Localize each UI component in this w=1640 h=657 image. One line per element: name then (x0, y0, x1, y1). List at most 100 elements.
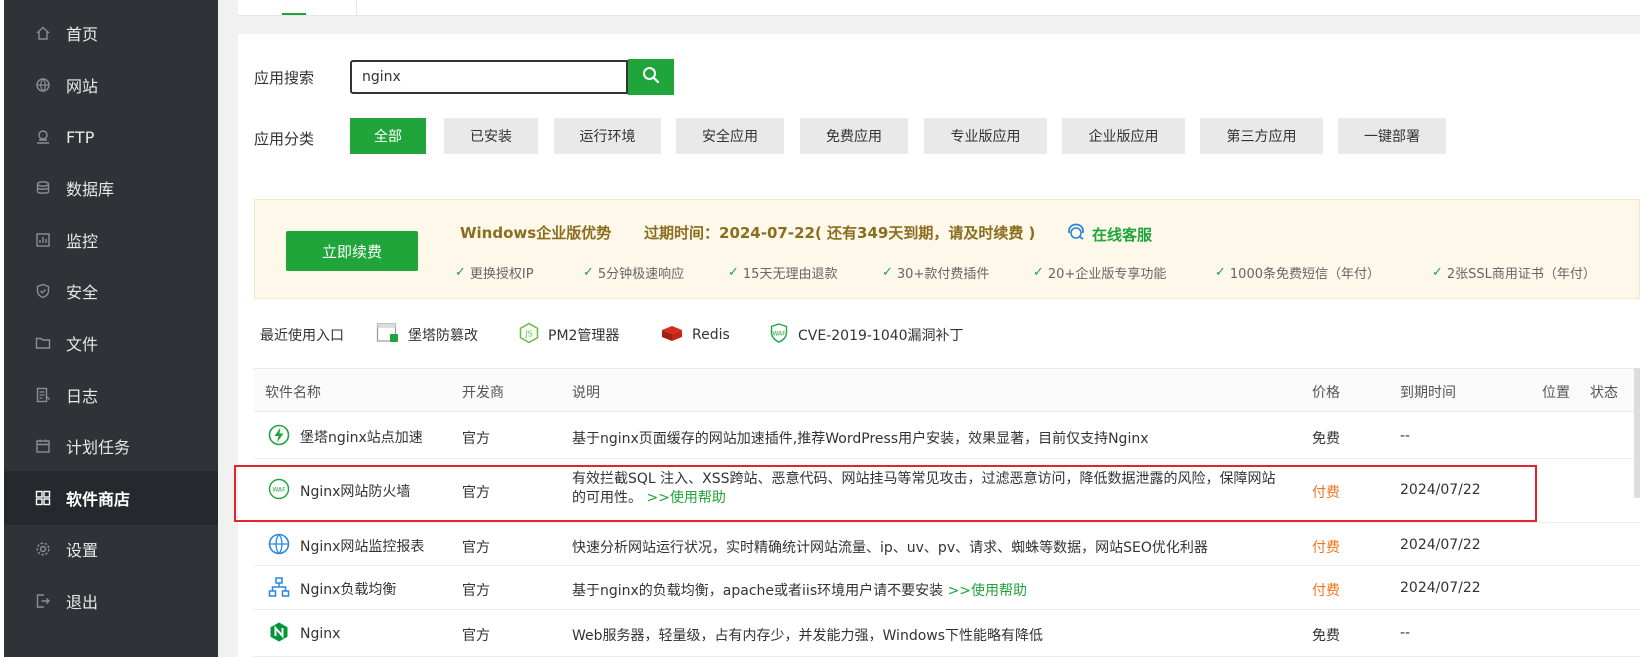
sidebar-item-monitor[interactable]: 监控 (4, 213, 218, 267)
row-description: 基于nginx的负载均衡，apache或者iis环境用户请不要安装 >>使用帮助 (572, 580, 1027, 600)
row-description-text: 基于nginx的负载均衡，apache或者iis环境用户请不要安装 (572, 583, 944, 599)
sidebar-item-logs[interactable]: 日志 (4, 368, 218, 422)
category-security-button[interactable]: 安全应用 (676, 118, 784, 154)
row-description: 快速分析网站运行状况，实时精确统计网站流量、ip、uv、pv、请求、蜘蛛等数据，… (572, 540, 1208, 556)
search-input[interactable] (350, 60, 628, 94)
row-expire: 2024/07/22 (1400, 580, 1481, 596)
row-price: 免费 (1312, 628, 1340, 644)
sidebar-item-database[interactable]: 数据库 (4, 161, 218, 215)
header-developer[interactable]: 开发商 (462, 382, 504, 402)
category-all-button[interactable]: 全部 (350, 118, 426, 154)
sidebar-item-label: 软件商店 (66, 490, 131, 509)
row-developer: 官方 (462, 431, 490, 447)
sidebar-item-ftp[interactable]: FTP (4, 110, 218, 164)
row-name-label: 堡塔nginx站点加速 (300, 430, 423, 446)
network-icon (268, 576, 290, 602)
row-expire: 2024/07/22 (1400, 537, 1481, 553)
sidebar-item-label: 网站 (66, 77, 99, 96)
search-button[interactable] (628, 59, 674, 95)
category-free-button[interactable]: 免费应用 (800, 118, 908, 154)
help-link[interactable]: >>使用帮助 (948, 583, 1027, 599)
feature-label: 30+款付费插件 (896, 267, 990, 282)
online-service-link[interactable]: 在线客服 (1066, 222, 1152, 246)
waf-icon: WAF (768, 322, 790, 348)
header-price[interactable]: 价格 (1312, 382, 1340, 402)
sidebar-item-label: 首页 (66, 25, 99, 44)
row-name-label: Nginx网站防火墙 (300, 484, 411, 500)
sidebar-item-files[interactable]: 文件 (4, 316, 218, 370)
row-name-label: Nginx (300, 626, 341, 642)
recent-item-label: CVE-2019-1040漏洞补丁 (798, 328, 964, 344)
check-icon: ✓ (1432, 265, 1443, 280)
lightning-icon (268, 424, 290, 450)
header-expire[interactable]: 到期时间 (1400, 382, 1456, 402)
recent-item-tamper[interactable]: 堡塔防篡改 (376, 322, 478, 348)
row-description: 有效拦截SQL 注入、XSS跨站、恶意代码、网站挂马等常见攻击，过滤恶意访问，降… (572, 470, 1282, 508)
renew-button[interactable]: 立即续费 (286, 231, 418, 271)
sidebar-item-cron[interactable]: 计划任务 (4, 419, 218, 473)
feature-item: ✓ 30+款付费插件 (882, 263, 989, 282)
recent-item-label: PM2管理器 (548, 328, 620, 344)
row-price: 付费 (1312, 583, 1340, 599)
row-expire: -- (1400, 625, 1411, 641)
recent-item-label: 堡塔防篡改 (408, 328, 478, 344)
shield-icon (34, 282, 52, 300)
sidebar-item-logout[interactable]: 退出 (4, 574, 218, 628)
logout-icon (34, 592, 52, 610)
recent-item-pm2[interactable]: JS PM2管理器 (518, 322, 619, 348)
nginx-icon (268, 621, 290, 647)
waf-icon: WAF (268, 478, 290, 504)
recent-item-redis[interactable]: Redis (660, 322, 730, 348)
sidebar-item-label: 安全 (66, 283, 99, 302)
category-enterprise-button[interactable]: 企业版应用 (1062, 118, 1185, 154)
feature-item: ✓ 2张SSL商用证书（年付） (1432, 263, 1596, 282)
row-expire: 2024/07/22 (1400, 482, 1481, 498)
check-icon: ✓ (455, 265, 466, 280)
sidebar-item-website[interactable]: 网站 (4, 58, 218, 112)
gear-icon (34, 540, 52, 558)
folder-icon (34, 334, 52, 352)
active-tab-indicator (282, 13, 306, 15)
headset-icon (1066, 222, 1086, 246)
category-runtime-button[interactable]: 运行环境 (554, 118, 661, 154)
scrollbar[interactable] (1634, 368, 1640, 498)
check-icon: ✓ (882, 265, 893, 280)
sidebar-item-label: 计划任务 (66, 438, 131, 457)
calendar-icon (34, 437, 52, 455)
sidebar-item-label: 设置 (66, 541, 99, 560)
category-thirdparty-button[interactable]: 第三方应用 (1200, 118, 1323, 154)
row-name-cell: Nginx负载均衡 (268, 576, 396, 602)
category-pro-button[interactable]: 专业版应用 (924, 118, 1047, 154)
sidebar-item-home[interactable]: 首页 (4, 6, 218, 60)
row-price: 付费 (1312, 485, 1340, 501)
recent-item-cve[interactable]: WAF CVE-2019-1040漏洞补丁 (768, 322, 964, 348)
sidebar-item-settings[interactable]: 设置 (4, 522, 218, 576)
promo-expiry: 过期时间：2024-07-22( 还有349天到期，请及时续费 ) (644, 224, 1036, 242)
recent-item-label: Redis (692, 327, 730, 343)
search-icon (642, 66, 660, 88)
category-installed-button[interactable]: 已安装 (444, 118, 538, 154)
top-tab-strip (238, 0, 1640, 16)
header-name[interactable]: 软件名称 (265, 382, 321, 402)
row-developer: 官方 (462, 628, 490, 644)
promo-title: Windows企业版优势 (460, 224, 612, 242)
sidebar-item-security[interactable]: 安全 (4, 264, 218, 318)
sidebar-item-store[interactable]: 软件商店 (4, 471, 218, 525)
help-link[interactable]: >>使用帮助 (646, 490, 725, 506)
search-panel (238, 34, 1640, 180)
sidebar-item-label: 监控 (66, 232, 99, 251)
tab-divider (356, 0, 357, 16)
row-developer: 官方 (462, 540, 490, 556)
feature-label: 1000条免费短信（年付） (1229, 267, 1380, 282)
svg-text:WAF: WAF (272, 487, 286, 494)
row-name-cell: Nginx网站监控报表 (268, 533, 424, 559)
row-description: Web服务器，轻量级，占有内存少，并发能力强，Windows下性能略有降低 (572, 628, 1044, 644)
online-service-label: 在线客服 (1092, 225, 1153, 244)
feature-item: ✓ 15天无理由退款 (728, 263, 837, 282)
svg-text:WAF: WAF (772, 331, 786, 338)
feature-label: 更换授权IP (469, 267, 534, 282)
sidebar: 首页 网站 FTP 数据库 监控 安全 文件 日志 计划任务 软件商店 设置 退… (0, 0, 218, 657)
category-deploy-button[interactable]: 一键部署 (1338, 118, 1446, 154)
sidebar-item-label: 日志 (66, 387, 99, 406)
header-status: 状态 (1590, 385, 1618, 401)
